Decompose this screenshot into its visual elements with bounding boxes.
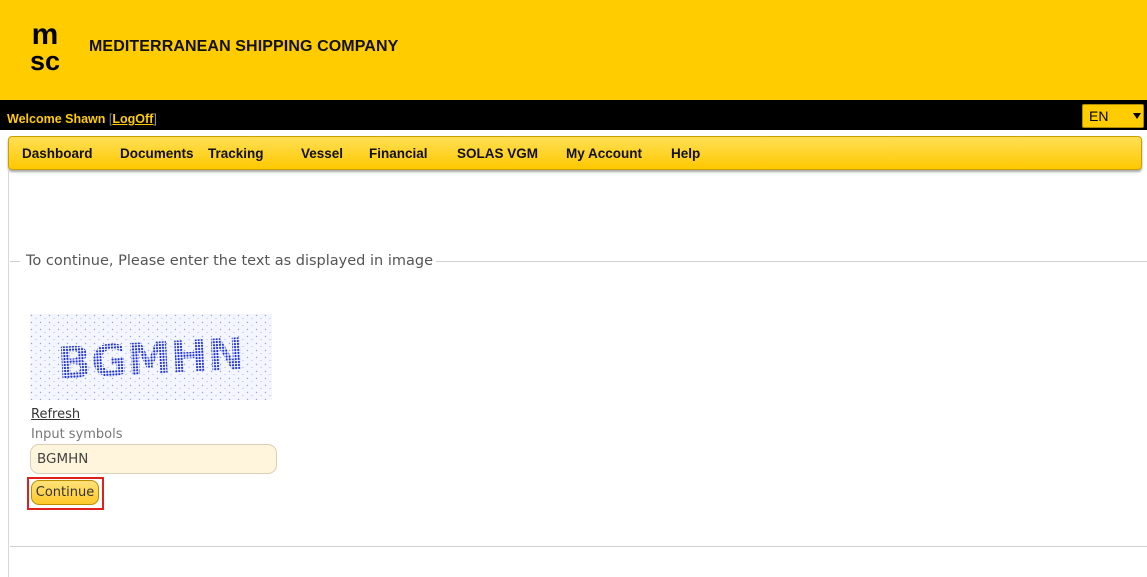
logoff-link[interactable]: LogOff: [112, 112, 153, 126]
welcome-message: Welcome Shawn [LogOff]: [7, 112, 157, 126]
svg-text:sc: sc: [30, 46, 60, 72]
captcha-image: BGMHN: [30, 314, 272, 400]
fieldset-border: [10, 261, 20, 262]
language-select[interactable]: EN: [1082, 104, 1144, 128]
refresh-captcha-link[interactable]: Refresh: [31, 407, 80, 422]
chevron-down-icon: [1133, 113, 1141, 119]
main-nav: Dashboard Documents Tracking Vessel Fina…: [8, 136, 1142, 170]
bracket-close: ]: [153, 112, 157, 126]
language-value: EN: [1089, 108, 1109, 124]
nav-item-dashboard[interactable]: Dashboard: [22, 146, 93, 161]
msc-logo: m sc: [14, 18, 76, 72]
company-name: MEDITERRANEAN SHIPPING COMPANY: [89, 38, 399, 55]
nav-item-documents[interactable]: Documents: [120, 146, 194, 161]
nav-item-help[interactable]: Help: [671, 146, 700, 161]
nav-item-solas-vgm[interactable]: SOLAS VGM: [457, 146, 538, 161]
site-header: m sc MEDITERRANEAN SHIPPING COMPANY: [0, 0, 1147, 100]
input-symbols-label: Input symbols: [31, 427, 123, 442]
content-border: [8, 170, 9, 577]
continue-button[interactable]: Continue: [31, 480, 99, 505]
nav-item-financial[interactable]: Financial: [369, 146, 428, 161]
captcha-instructions: To continue, Please enter the text as di…: [26, 253, 433, 269]
nav-item-tracking[interactable]: Tracking: [208, 146, 264, 161]
fieldset-border: [436, 261, 1147, 262]
divider: [10, 546, 1147, 547]
welcome-text: Welcome Shawn: [7, 112, 106, 126]
top-bar: Welcome Shawn [LogOff]: [0, 100, 1147, 130]
nav-item-my-account[interactable]: My Account: [566, 146, 642, 161]
captcha-text: BGMHN: [56, 329, 246, 390]
nav-item-vessel[interactable]: Vessel: [301, 146, 343, 161]
captcha-input[interactable]: [30, 444, 277, 474]
